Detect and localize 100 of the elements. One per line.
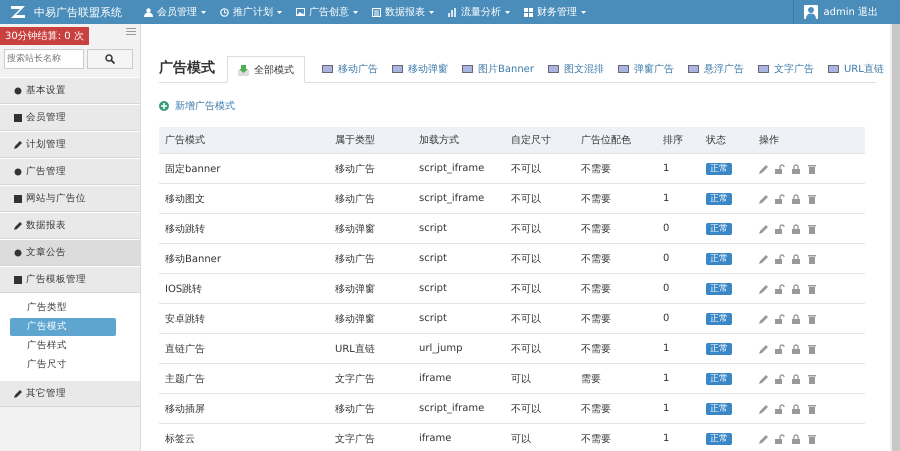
status-label: 正常 bbox=[706, 343, 732, 355]
table-cell: script bbox=[413, 274, 505, 304]
status-label: 正常 bbox=[706, 433, 732, 445]
table-cell: script bbox=[413, 304, 505, 334]
table-cell: 移动图文 bbox=[159, 184, 329, 214]
sidebar-item[interactable]: 网站与广告位 bbox=[0, 185, 140, 212]
table-cell: 直链广告 bbox=[159, 334, 329, 364]
app-title: 中易广告联盟系统 bbox=[34, 4, 122, 20]
tab[interactable]: 全部模式 bbox=[227, 56, 305, 83]
sidebar-item[interactable]: 计划管理 bbox=[0, 131, 140, 158]
table-cell: 移动弹窗 bbox=[329, 214, 413, 244]
nav-menu[interactable]: 广告创意 bbox=[296, 5, 358, 19]
tab[interactable]: 悬浮广告 bbox=[680, 62, 751, 82]
tab[interactable]: 图片Banner bbox=[455, 62, 541, 82]
table-cell: 不可以 bbox=[505, 214, 575, 244]
table-cell: script_iframe bbox=[413, 184, 505, 214]
sidebar-item[interactable]: 基本设置 bbox=[0, 77, 140, 104]
tab[interactable]: 移动广告 bbox=[315, 62, 385, 82]
table-cell: 不可以 bbox=[505, 274, 575, 304]
table-cell: 移动广告 bbox=[329, 244, 413, 274]
table-cell: 主题广告 bbox=[159, 364, 329, 394]
table-cell: 0 bbox=[657, 304, 700, 334]
submenu-item[interactable]: 广告样式 bbox=[10, 337, 116, 355]
table-cell: iframe bbox=[413, 364, 505, 394]
table-cell: 1 bbox=[657, 394, 700, 424]
table-cell: 不需要 bbox=[575, 394, 657, 424]
table-cell: script bbox=[413, 214, 505, 244]
table-cell: 移动Banner bbox=[159, 244, 329, 274]
user-menu[interactable]: admin 退出 bbox=[793, 0, 890, 24]
table-cell: script bbox=[413, 244, 505, 274]
table-cell: 不需要 bbox=[575, 334, 657, 364]
table-cell: 文字广告 bbox=[329, 364, 413, 394]
table-cell: 需要 bbox=[575, 364, 657, 394]
nav-menu[interactable]: 会员管理 bbox=[144, 5, 206, 19]
table-cell: 0 bbox=[657, 214, 700, 244]
table-cell: 不可以 bbox=[505, 154, 575, 184]
sidebar-item[interactable]: 广告管理 bbox=[0, 158, 140, 185]
table-cell: script_iframe bbox=[413, 154, 505, 184]
table-cell: 1 bbox=[657, 334, 700, 364]
table-cell: 不需要 bbox=[575, 424, 657, 451]
table-cell: 移动广告 bbox=[329, 154, 413, 184]
status-label: 正常 bbox=[706, 313, 732, 325]
submenu-item[interactable]: 广告模式 bbox=[10, 318, 116, 336]
table-cell: 1 bbox=[657, 184, 700, 214]
table-cell: 1 bbox=[657, 154, 700, 184]
settlement-badge: 30分钟结算: 0 次 bbox=[0, 27, 89, 45]
status-label: 正常 bbox=[706, 163, 732, 175]
sidebar-item[interactable]: 文章公告 bbox=[0, 239, 140, 266]
column-header: 状态 bbox=[700, 127, 753, 154]
table-cell: 不可以 bbox=[505, 184, 575, 214]
table-cell: 不可以 bbox=[505, 394, 575, 424]
nav-menu[interactable]: 推广计划 bbox=[220, 5, 282, 19]
table-cell: 移动弹窗 bbox=[329, 274, 413, 304]
tab[interactable]: URL直链 bbox=[820, 62, 890, 82]
status-label: 正常 bbox=[706, 223, 732, 235]
status-label: 正常 bbox=[706, 253, 732, 265]
table-cell: url_jump bbox=[413, 334, 505, 364]
table-cell: 移动广告 bbox=[329, 394, 413, 424]
table-cell: 文字广告 bbox=[329, 424, 413, 451]
table-cell: URL直链 bbox=[329, 334, 413, 364]
nav-menu[interactable]: 流量分析 bbox=[448, 5, 510, 19]
table-cell: 1 bbox=[657, 424, 700, 451]
column-header: 排序 bbox=[657, 127, 700, 154]
column-header: 属于类型 bbox=[329, 127, 413, 154]
sidebar-item[interactable]: 广告模板管理 bbox=[0, 266, 140, 293]
table-cell: 1 bbox=[657, 364, 700, 394]
submenu-item[interactable]: 广告尺寸 bbox=[10, 356, 116, 374]
table-cell: 移动广告 bbox=[329, 184, 413, 214]
tab[interactable]: 图文混排 bbox=[540, 62, 611, 82]
table-cell: 移动插屏 bbox=[159, 394, 329, 424]
table-cell: 固定banner bbox=[159, 154, 329, 184]
table-cell: 不需要 bbox=[575, 154, 657, 184]
tab[interactable]: 弹窗广告 bbox=[610, 62, 681, 82]
table-cell: iframe bbox=[413, 424, 505, 451]
table-cell: 移动跳转 bbox=[159, 214, 329, 244]
table-cell: 不需要 bbox=[575, 304, 657, 334]
tab[interactable]: 文字广告 bbox=[750, 62, 821, 82]
table-cell: 可以 bbox=[505, 424, 575, 451]
page-title: 广告模式 bbox=[159, 59, 216, 78]
status-label: 正常 bbox=[706, 193, 732, 205]
sidebar-item[interactable]: 会员管理 bbox=[0, 104, 140, 131]
table-cell: 0 bbox=[657, 274, 700, 304]
table-cell: 安卓跳转 bbox=[159, 304, 329, 334]
tab[interactable]: 移动弹窗 bbox=[385, 62, 455, 82]
table-cell: 不需要 bbox=[575, 244, 657, 274]
submenu-item[interactable]: 广告类型 bbox=[10, 299, 116, 317]
status-label: 正常 bbox=[706, 403, 732, 415]
add-link[interactable]: 新增广告模式 bbox=[159, 99, 876, 113]
table-cell: 移动弹窗 bbox=[329, 304, 413, 334]
search-field[interactable]: 搜索站长名称 bbox=[4, 49, 84, 69]
nav-menu[interactable]: 财务管理 bbox=[524, 5, 586, 19]
table-cell: 不可以 bbox=[505, 304, 575, 334]
column-header: 加载方式 bbox=[413, 127, 505, 154]
nav-menu[interactable]: 数据报表 bbox=[372, 5, 434, 19]
table-cell: 不需要 bbox=[575, 184, 657, 214]
table-cell: 可以 bbox=[505, 364, 575, 394]
sidebar-item[interactable]: 数据报表 bbox=[0, 212, 140, 239]
table-cell: 不可以 bbox=[505, 334, 575, 364]
status-label: 正常 bbox=[706, 283, 732, 295]
sidebar-item[interactable]: 其它管理 bbox=[0, 380, 140, 407]
